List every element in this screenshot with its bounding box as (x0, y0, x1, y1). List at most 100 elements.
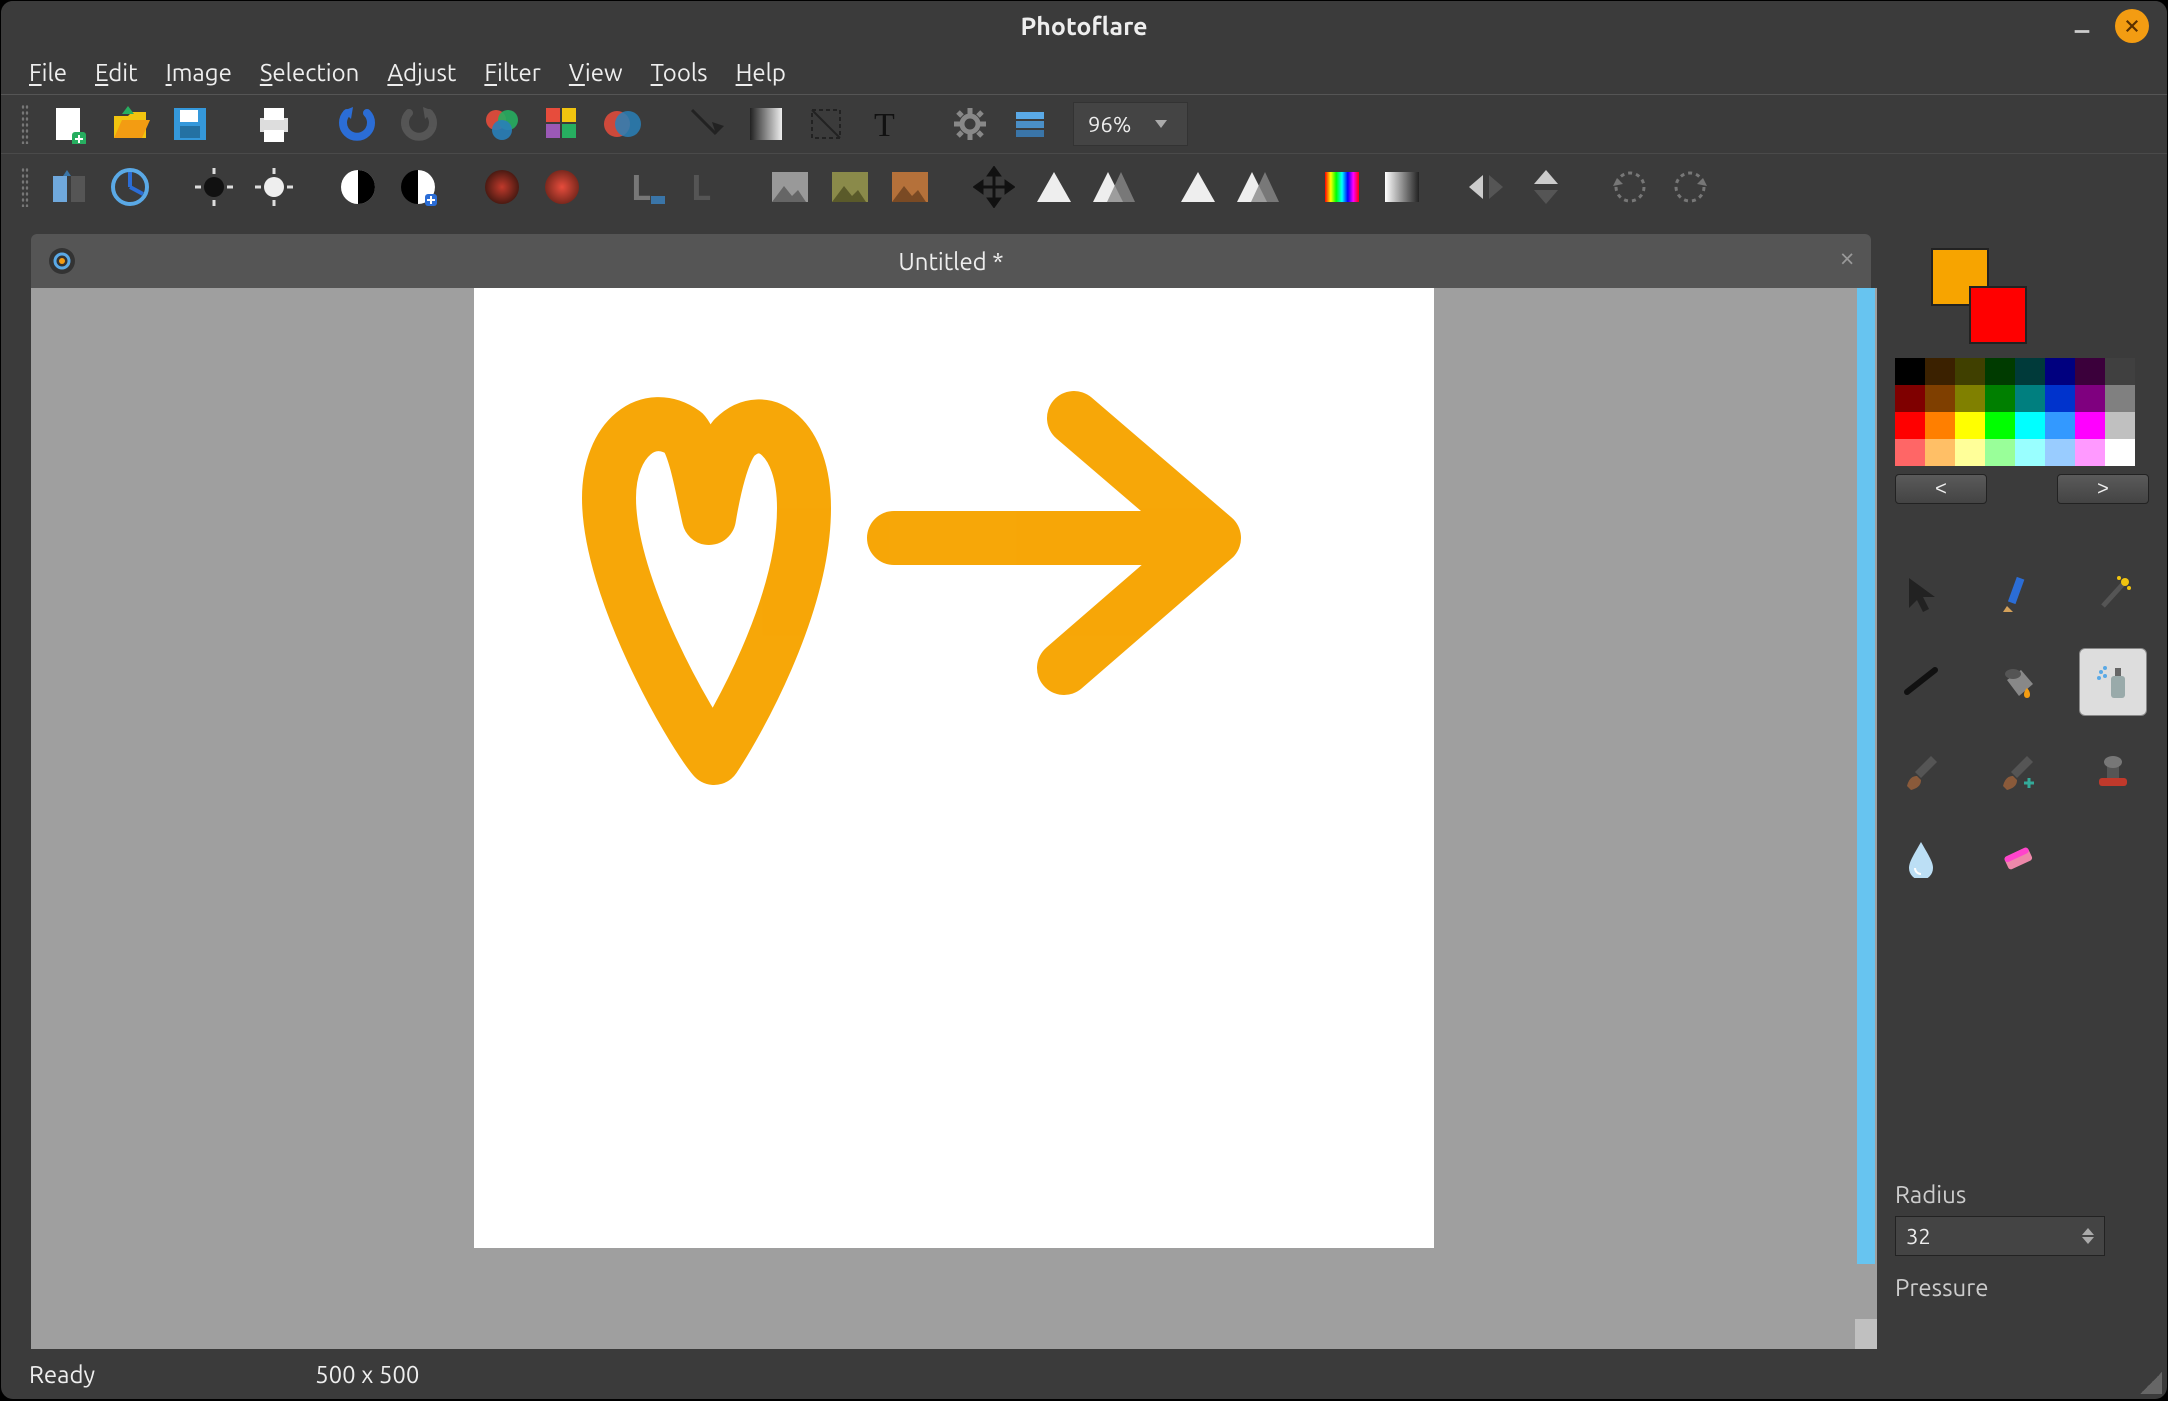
palette-color[interactable] (2105, 385, 2135, 412)
palette-color[interactable] (2015, 385, 2045, 412)
brush-tool[interactable] (1887, 736, 1955, 804)
rgb-circles-icon[interactable] (479, 101, 525, 147)
palette-color[interactable] (2075, 385, 2105, 412)
menu-image[interactable]: Image (166, 59, 232, 86)
image-brown-icon[interactable] (887, 164, 933, 210)
document-tab[interactable]: Untitled * × (31, 234, 1871, 288)
hue-squares-icon[interactable] (539, 101, 585, 147)
palette-color[interactable] (2015, 439, 2045, 466)
bucket-tool[interactable] (1983, 648, 2051, 716)
close-window-button[interactable] (2115, 9, 2149, 43)
brightness-up-icon[interactable] (251, 164, 297, 210)
close-tab-icon[interactable]: × (1839, 242, 1855, 273)
background-color-swatch[interactable] (1969, 286, 2027, 344)
palette-color[interactable] (1955, 439, 1985, 466)
spectrum-icon[interactable] (1319, 164, 1365, 210)
new-file-icon[interactable] (47, 101, 93, 147)
grayscale-gradient-icon[interactable] (1379, 164, 1425, 210)
saturation-up-icon[interactable] (539, 164, 585, 210)
open-file-icon[interactable] (107, 101, 153, 147)
letter-gray-icon[interactable]: L (683, 164, 729, 210)
palette-color[interactable] (1925, 439, 1955, 466)
blend-circles-icon[interactable] (599, 101, 645, 147)
palette-color[interactable] (1925, 385, 1955, 412)
menu-edit[interactable]: Edit (95, 59, 138, 86)
palette-color[interactable] (1955, 385, 1985, 412)
line-tool[interactable] (1887, 648, 1955, 716)
palette-color[interactable] (1985, 439, 2015, 466)
palette-color[interactable] (2075, 412, 2105, 439)
triangle-white-icon[interactable] (1031, 164, 1077, 210)
spin-down-icon[interactable] (2082, 1237, 2094, 1244)
palette-color[interactable] (1925, 358, 1955, 385)
palette-color[interactable] (2105, 358, 2135, 385)
toolbar-handle[interactable] (21, 104, 29, 144)
menu-file[interactable]: File (29, 59, 67, 86)
redo-icon[interactable] (395, 101, 441, 147)
saturation-down-icon[interactable] (479, 164, 525, 210)
palette-color[interactable] (1955, 412, 1985, 439)
contrast-a-icon[interactable] (335, 164, 381, 210)
contrast-b-icon[interactable] (395, 164, 441, 210)
palette-next-button[interactable]: > (2057, 474, 2149, 504)
menu-selection[interactable]: Selection (260, 59, 360, 86)
move-icon[interactable] (971, 164, 1017, 210)
settings-gear-icon[interactable] (947, 101, 993, 147)
triangle-dual-b-icon[interactable] (1235, 164, 1281, 210)
brightness-down-icon[interactable] (191, 164, 237, 210)
wand-tool[interactable] (2079, 560, 2147, 628)
palette-color[interactable] (1985, 358, 2015, 385)
flip-vertical-icon[interactable] (1523, 164, 1569, 210)
canvas[interactable] (474, 288, 1434, 1248)
minimize-button[interactable] (2065, 9, 2099, 43)
layers-icon[interactable] (1007, 101, 1053, 147)
palette-color[interactable] (1895, 358, 1925, 385)
vertical-scrollbar[interactable] (1855, 288, 1877, 1349)
zoom-dropdown[interactable]: 96% (1073, 102, 1188, 146)
print-icon[interactable] (251, 101, 297, 147)
rotate-ccw-icon[interactable] (1607, 164, 1653, 210)
palette-color[interactable] (2045, 385, 2075, 412)
menu-adjust[interactable]: Adjust (387, 59, 456, 86)
palette-color[interactable] (1895, 439, 1925, 466)
radius-spinbox[interactable]: 32 (1895, 1216, 2105, 1256)
palette-color[interactable] (1925, 412, 1955, 439)
palette-color[interactable] (2045, 412, 2075, 439)
spray-tool[interactable] (2079, 648, 2147, 716)
blur-tool[interactable] (1887, 824, 1955, 892)
palette-color[interactable] (2105, 439, 2135, 466)
palette-color[interactable] (2045, 439, 2075, 466)
palette-color[interactable] (2075, 358, 2105, 385)
palette-color[interactable] (1985, 385, 2015, 412)
menu-help[interactable]: Help (736, 59, 786, 86)
text-tool-icon[interactable]: T (863, 101, 909, 147)
stamp-tool[interactable] (2079, 736, 2147, 804)
flip-horizontal-icon[interactable] (1463, 164, 1509, 210)
palette-color[interactable] (2015, 358, 2045, 385)
brush-plus-tool[interactable] (1983, 736, 2051, 804)
angle-icon[interactable] (107, 164, 153, 210)
rotate-cw-icon[interactable] (1667, 164, 1713, 210)
palette-color[interactable] (1895, 385, 1925, 412)
eraser-tool[interactable] (1983, 824, 2051, 892)
menu-filter[interactable]: Filter (484, 59, 540, 86)
image-olive-icon[interactable] (827, 164, 873, 210)
gradient-tool-icon[interactable] (743, 101, 789, 147)
spin-up-icon[interactable] (2082, 1228, 2094, 1235)
pointer-tool[interactable] (1887, 560, 1955, 628)
toolbar-handle[interactable] (21, 167, 29, 207)
palette-color[interactable] (1895, 412, 1925, 439)
image-gray-icon[interactable] (767, 164, 813, 210)
resize-grip-icon[interactable] (2140, 1372, 2162, 1394)
triangle-dual-a-icon[interactable] (1091, 164, 1137, 210)
palette-color[interactable] (2105, 412, 2135, 439)
palette-color[interactable] (2015, 412, 2045, 439)
palette-prev-button[interactable]: < (1895, 474, 1987, 504)
save-file-icon[interactable] (167, 101, 213, 147)
arrow-tool-icon[interactable] (683, 101, 729, 147)
palette-color[interactable] (1955, 358, 1985, 385)
undo-icon[interactable] (335, 101, 381, 147)
menu-tools[interactable]: Tools (651, 59, 708, 86)
palette-color[interactable] (1985, 412, 2015, 439)
triangle-white-2-icon[interactable] (1175, 164, 1221, 210)
